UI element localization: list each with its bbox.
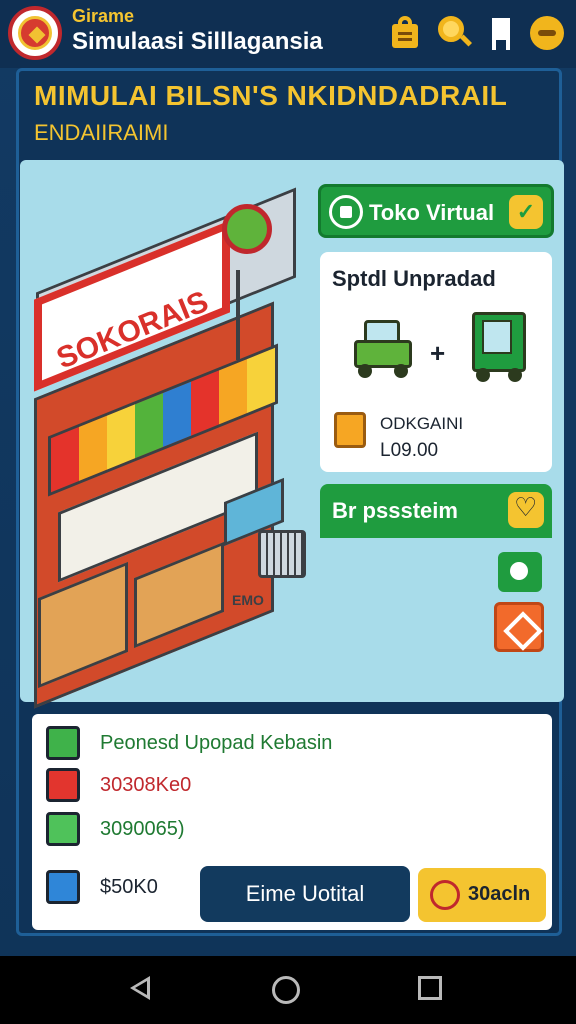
list-item-text: $50K0	[100, 876, 158, 898]
list-item-text: 3090065)	[100, 818, 185, 840]
plus-sign: +	[430, 338, 446, 368]
app-title: Simulaasi Silllagansia	[72, 28, 323, 55]
crate-icon	[334, 412, 366, 448]
list-item-text: 30308Ke0	[100, 774, 192, 796]
smiley-icon[interactable]	[530, 14, 564, 50]
shopping-bag-icon[interactable]	[388, 14, 422, 50]
upgrade-title: Sptdl Unpradad	[332, 266, 496, 291]
app-subtitle: Girame	[72, 6, 135, 26]
stall-vehicle-icon	[472, 312, 526, 384]
check-icon: ✓	[509, 195, 543, 229]
search-icon[interactable]	[436, 14, 473, 50]
list-item-text: Peonesd Upopad Kebasin	[100, 732, 333, 754]
virtual-shop-label: Toko Virtual	[369, 200, 495, 225]
hand-icon	[430, 880, 460, 910]
heart-icon[interactable]	[508, 492, 544, 528]
bp-system-card: Br psssteim	[320, 484, 552, 694]
bp-card-header: Br psssteim	[320, 484, 552, 538]
cart-vehicle-icon	[354, 320, 412, 378]
logo-emblem	[18, 16, 52, 50]
badge-icon[interactable]	[494, 602, 544, 652]
secondary-action-label: 30acln	[468, 883, 531, 905]
recent-apps-icon[interactable]	[418, 976, 442, 1000]
upgrade-price-value: L09.00	[380, 440, 439, 461]
back-icon[interactable]	[130, 976, 150, 1000]
blue-box-icon	[46, 870, 80, 904]
sign-post	[236, 270, 240, 360]
page-subline: ENDAIIRAIMI	[34, 120, 169, 145]
scene-caption: EMO	[232, 592, 264, 608]
upgrade-price-label: ODKGAINI	[380, 414, 464, 433]
primary-action-button[interactable]: Eime Uotital	[200, 866, 410, 922]
bp-card-title: Br psssteim	[332, 498, 458, 523]
red-crate-icon	[46, 768, 80, 802]
virtual-shop-button[interactable]: Toko Virtual ✓	[318, 184, 554, 238]
top-bar: Girame Simulaasi Silllagansia	[0, 0, 576, 68]
green-crate-icon	[46, 726, 80, 760]
flag-icon[interactable]	[486, 14, 520, 50]
location-icon[interactable]	[498, 552, 542, 592]
store-building[interactable]: SOKORAIS	[30, 187, 306, 709]
green-box-icon	[46, 812, 80, 846]
store-icon	[329, 195, 363, 229]
round-sign-icon	[222, 204, 272, 254]
game-logo	[8, 6, 62, 60]
upgrade-card[interactable]: Sptdl Unpradad + ODKGAINI L09.00	[320, 252, 552, 472]
page-headline: MIMULAI BILSN'S NKIDNDADRAIL	[34, 80, 508, 111]
game-screen: Girame Simulaasi Silllagansia MIMULAI BI…	[0, 0, 576, 1024]
shopping-cart-icon	[258, 530, 306, 578]
android-nav-bar	[0, 956, 576, 1024]
secondary-action-button[interactable]: 30acln	[418, 868, 546, 922]
home-icon[interactable]	[272, 976, 300, 1004]
